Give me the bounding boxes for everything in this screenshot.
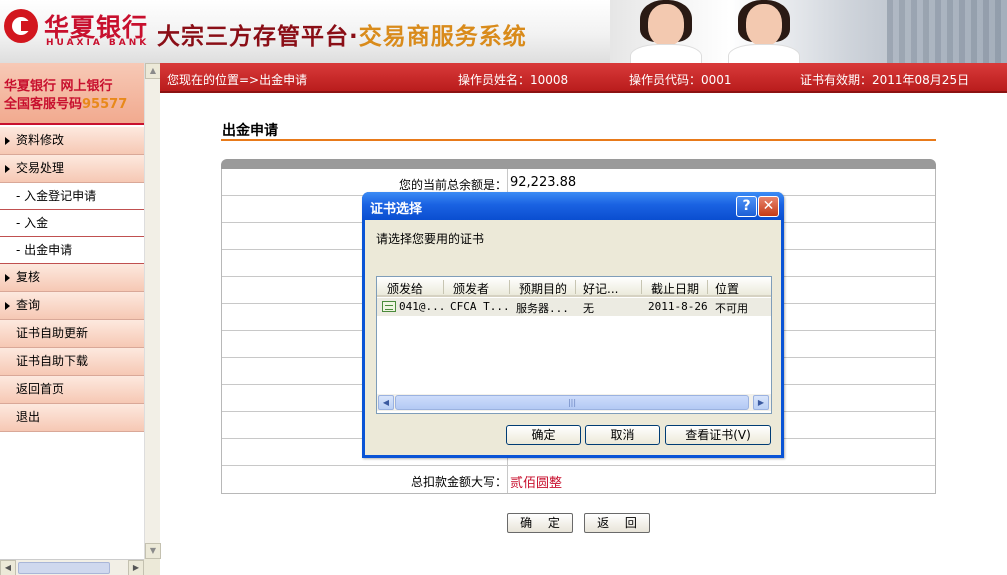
column-expiry[interactable]: 截止日期 [651, 280, 699, 297]
operator-name: 操作员姓名：10008 [458, 73, 569, 87]
scroll-right-icon[interactable]: ▶ [753, 395, 769, 410]
platform-name: 大宗三方存管平台 [157, 24, 349, 50]
scroll-left-icon[interactable]: ◀ [0, 560, 16, 575]
promo-line2: 全国客服号码95577 [4, 93, 127, 112]
cert-expiry: 证书有效期：2011年08月25日 [800, 73, 970, 87]
sidebar-item-home[interactable]: 返回首页 [0, 376, 144, 404]
list-horizontal-scrollbar[interactable]: ◀ ||| ▶ [377, 394, 771, 411]
title-divider [221, 139, 936, 141]
balance-label: 您的当前总余额是： [398, 178, 507, 192]
agent-photo-1 [630, 0, 702, 63]
dialog-title: 证书选择 [370, 202, 423, 217]
ebank-promo-banner[interactable]: 华夏银行 网上银行 全国客服号码95577 [0, 63, 144, 125]
sidebar-item-deposit[interactable]: - 入金 [0, 210, 144, 237]
sidebar-item-label: 交易处理 [16, 161, 65, 175]
promo-hotline-number: 95577 [82, 97, 128, 112]
confirm-button[interactable]: 确 定 [507, 513, 573, 533]
page-title: 出金申请 [222, 123, 278, 139]
help-button[interactable]: ? [736, 196, 757, 217]
column-purpose[interactable]: 预期目的 [519, 280, 567, 297]
form-header-bar [221, 159, 936, 169]
sidebar-item-cert-update[interactable]: 证书自助更新 [0, 320, 144, 348]
sidebar-item-logout[interactable]: 退出 [0, 404, 144, 432]
certificate-icon [382, 301, 396, 312]
scroll-down-icon[interactable]: ▼ [145, 543, 161, 559]
sidebar-item-review[interactable]: 复核 [0, 264, 144, 292]
agent-photo-2 [728, 0, 800, 63]
balance-value: 92,223.88 [510, 175, 577, 190]
huaxia-logo-icon [4, 9, 38, 43]
sidebar-item-label: 查询 [16, 298, 41, 312]
certificate-dialog: 证书选择 ? ✕ 请选择您要用的证书 颁发给 颁发者 预期目的 好记... 截止… [362, 192, 784, 458]
column-issuer[interactable]: 颁发者 [453, 280, 489, 297]
amount-caps-label: 总扣款金额大写： [410, 475, 507, 489]
sidebar-vertical-scrollbar[interactable]: ▲ ▼ [144, 63, 161, 559]
sidebar-item-cert-download[interactable]: 证书自助下载 [0, 348, 144, 376]
banner-photo [610, 0, 1007, 63]
platform-title: 大宗三方存管平台·交易商服务系统 [157, 17, 527, 51]
back-button[interactable]: 返 回 [584, 513, 650, 533]
scroll-left-icon[interactable]: ◀ [378, 395, 394, 410]
scroll-thumb[interactable]: ||| [395, 395, 749, 410]
location-bar: 您现在的位置=>出金申请 操作员姓名：10008 操作员代码：0001 证书有效… [160, 63, 1007, 93]
top-banner: 华夏银行 HUAXIA BANK 大宗三方存管平台·交易商服务系统 [0, 0, 1007, 63]
dialog-prompt: 请选择您要用的证书 [376, 232, 485, 246]
bank-name-en: HUAXIA BANK [46, 38, 150, 48]
amount-caps-value: 贰佰圆整 [510, 476, 563, 491]
building-graphic [887, 0, 1007, 63]
promo-hotline-label: 全国客服号码 [4, 97, 83, 112]
dialog-titlebar[interactable]: 证书选择 ? ✕ [362, 192, 784, 220]
sidebar-horizontal-scrollbar[interactable]: ◀ ▶ [0, 559, 144, 575]
certificate-list-header: 颁发给 颁发者 预期目的 好记... 截止日期 位置 [377, 277, 771, 297]
sidebar-item-label: 资料修改 [16, 133, 65, 147]
scroll-thumb[interactable] [18, 562, 110, 574]
sidebar: 华夏银行 网上银行 全国客服号码95577 资料修改 交易处理 - 入金登记申请… [0, 63, 161, 575]
dialog-ok-button[interactable]: 确定 [506, 425, 581, 445]
cert-location: 不可用 [715, 302, 748, 315]
cert-friendly-name: 无 [583, 302, 594, 315]
column-issued-to[interactable]: 颁发给 [387, 280, 423, 297]
sidebar-menu: 资料修改 交易处理 - 入金登记申请 - 入金 - 出金申请 复核 查询 证书自… [0, 127, 144, 432]
sidebar-item-deposit-register[interactable]: - 入金登记申请 [0, 183, 144, 210]
cert-issued-to: 041@... [399, 300, 446, 313]
certificate-row[interactable]: 041@... CFCA T... 服务器... 无 2011-8-26 不可用 [377, 298, 771, 316]
sidebar-item-withdraw[interactable]: - 出金申请 [0, 237, 144, 264]
platform-dot: · [349, 24, 359, 50]
expand-arrow-icon [5, 165, 10, 173]
expand-arrow-icon [5, 302, 10, 310]
cert-purpose: 服务器... [516, 302, 569, 315]
expand-arrow-icon [5, 274, 10, 282]
column-friendly-name[interactable]: 好记... [583, 280, 618, 297]
platform-subtitle: 交易商服务系统 [358, 24, 527, 50]
expand-arrow-icon [5, 137, 10, 145]
promo-line1: 华夏银行 网上银行 [4, 79, 113, 94]
certificate-list[interactable]: 颁发给 颁发者 预期目的 好记... 截止日期 位置 041@... CFCA … [376, 276, 772, 414]
column-location[interactable]: 位置 [715, 280, 739, 297]
sidebar-item-query[interactable]: 查询 [0, 292, 144, 320]
close-button[interactable]: ✕ [758, 196, 779, 217]
sidebar-item-label: 复核 [16, 270, 41, 284]
scrollbar-corner [144, 559, 160, 575]
form-row-amount-caps: 总扣款金额大写： 贰佰圆整 [222, 466, 935, 493]
dialog-cancel-button[interactable]: 取消 [585, 425, 660, 445]
scroll-right-icon[interactable]: ▶ [128, 560, 144, 575]
cert-expiry: 2011-8-26 [648, 300, 708, 313]
scroll-up-icon[interactable]: ▲ [145, 63, 161, 79]
sidebar-item-profile[interactable]: 资料修改 [0, 127, 144, 155]
cert-issuer: CFCA T... [450, 300, 510, 313]
sidebar-item-trading[interactable]: 交易处理 [0, 155, 144, 183]
breadcrumb: 您现在的位置=>出金申请 [167, 73, 308, 87]
operator-code: 操作员代码：0001 [629, 73, 732, 87]
view-certificate-button[interactable]: 查看证书(V) [665, 425, 771, 445]
